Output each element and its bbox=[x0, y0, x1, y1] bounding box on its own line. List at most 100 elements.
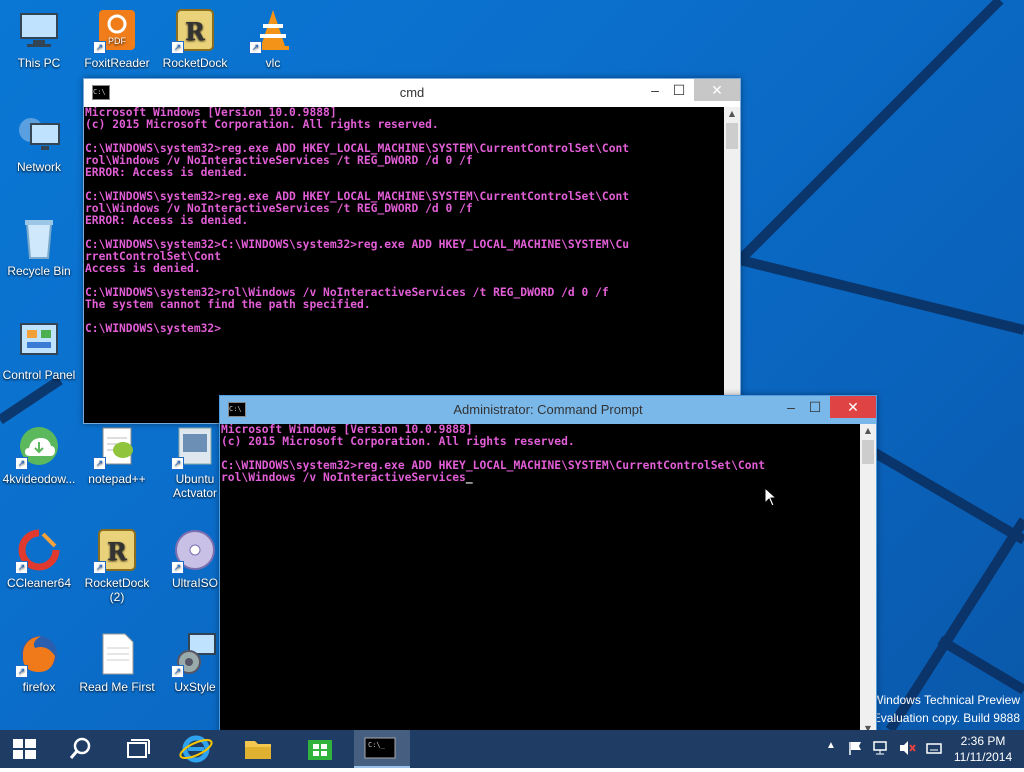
action-center-flag-icon[interactable] bbox=[848, 740, 864, 756]
watermark-line-2: Evaluation copy. Build 9888 bbox=[872, 711, 1020, 725]
desktop-icon-network[interactable]: Network bbox=[0, 112, 78, 174]
ultraiso-icon: ↗ bbox=[171, 528, 217, 574]
rocketdock-icon: R ↗ bbox=[171, 8, 217, 54]
file-explorer-button[interactable] bbox=[234, 730, 282, 768]
uxstyle-icon: ↗ bbox=[171, 632, 217, 678]
desktop-icon-foxitreader[interactable]: PDF ↗ FoxitReader bbox=[78, 8, 156, 70]
console-line: ERROR: Access is denied. bbox=[85, 214, 249, 227]
4kvideodownloader-icon: ↗ bbox=[15, 424, 61, 470]
scrollbar-thumb[interactable] bbox=[726, 123, 738, 149]
desktop-icon-label: This PC bbox=[17, 56, 61, 70]
scroll-up-arrow-icon[interactable]: ▲ bbox=[724, 107, 740, 121]
ubuntu-activator-icon: ↗ bbox=[171, 424, 217, 470]
vlc-icon: ↗ bbox=[249, 8, 295, 54]
desktop-icon-label: Recycle Bin bbox=[7, 264, 71, 278]
internet-explorer-button[interactable] bbox=[172, 730, 220, 768]
desktop-icon-firefox[interactable]: ↗ firefox bbox=[0, 632, 78, 694]
shortcut-arrow-icon: ↗ bbox=[249, 41, 262, 54]
shortcut-arrow-icon: ↗ bbox=[171, 457, 184, 470]
clock[interactable]: 2:36 PM 11/11/2014 bbox=[944, 730, 1022, 768]
desktop-icon-ccleaner[interactable]: ↗ CCleaner64 bbox=[0, 528, 78, 590]
system-tray: ▲ bbox=[822, 730, 942, 768]
taskbar: C:\_ ▲ 2:36 PM 11/11/2014 bbox=[0, 730, 1024, 768]
command-prompt-button[interactable]: C:\_ bbox=[354, 730, 410, 768]
desktop-icon-label: RocketDock bbox=[162, 56, 228, 70]
desktop-icon-label: UltraISO bbox=[171, 576, 218, 590]
task-view-icon bbox=[127, 739, 150, 758]
windows-logo-icon bbox=[13, 739, 36, 759]
desktop-icon-label: UxStyle bbox=[174, 680, 216, 694]
cmd-titlebar[interactable]: C:\ cmd – ☐ ✕ bbox=[84, 79, 740, 107]
show-hidden-icons-chevron-icon[interactable]: ▲ bbox=[826, 740, 836, 751]
desktop-icon-label: Control Panel bbox=[2, 368, 76, 382]
desktop-icon-rocketdock-2[interactable]: R ↗ RocketDock (2) bbox=[78, 528, 156, 604]
shortcut-arrow-icon: ↗ bbox=[15, 665, 28, 678]
keyboard-icon[interactable] bbox=[926, 740, 942, 756]
desktop-icon-recycle-bin[interactable]: Recycle Bin bbox=[0, 216, 78, 278]
desktop-icon-label: RocketDock (2) bbox=[84, 576, 150, 604]
shortcut-arrow-icon: ↗ bbox=[93, 457, 106, 470]
desktop-icon-vlc[interactable]: ↗ vlc bbox=[234, 8, 312, 70]
svg-text:R: R bbox=[185, 17, 206, 46]
clock-time: 2:36 PM bbox=[960, 734, 1006, 748]
shortcut-arrow-icon: ↗ bbox=[15, 457, 28, 470]
text-cursor: _ bbox=[465, 471, 473, 484]
desktop-icon-label: FoxitReader bbox=[84, 56, 150, 70]
desktop-icon-label: notepad++ bbox=[88, 472, 146, 486]
rocketdock-icon: R ↗ bbox=[93, 528, 139, 574]
scroll-up-arrow-icon[interactable]: ▲ bbox=[860, 424, 876, 438]
command-prompt-icon: C:\_ bbox=[364, 737, 396, 759]
store-icon bbox=[308, 740, 332, 760]
admin-cmd-titlebar[interactable]: C:\ Administrator: Command Prompt – ☐ ✕ bbox=[220, 396, 876, 424]
maximize-button[interactable]: ☐ bbox=[662, 79, 696, 101]
internet-explorer-icon bbox=[179, 735, 213, 763]
volume-muted-icon[interactable] bbox=[898, 740, 916, 756]
start-button[interactable] bbox=[0, 730, 48, 768]
maximize-button[interactable]: ☐ bbox=[798, 396, 832, 418]
shortcut-arrow-icon: ↗ bbox=[93, 41, 106, 54]
desktop-icon-label: firefox bbox=[22, 680, 56, 694]
desktop-icon-read-me-first[interactable]: Read Me First bbox=[78, 632, 156, 694]
desktop-icon-4kvideodownloader[interactable]: ↗ 4kvideodow... bbox=[0, 424, 78, 486]
svg-text:R: R bbox=[107, 537, 128, 566]
mouse-cursor-icon bbox=[764, 487, 778, 507]
admin-cmd-window[interactable]: C:\ Administrator: Command Prompt – ☐ ✕ … bbox=[219, 395, 877, 737]
task-view-button[interactable] bbox=[112, 730, 160, 768]
store-button[interactable] bbox=[296, 730, 344, 768]
shortcut-arrow-icon: ↗ bbox=[171, 41, 184, 54]
console-line: ERROR: Access is denied. bbox=[85, 166, 249, 179]
desktop-icon-label: 4kvideodow... bbox=[2, 472, 76, 486]
desktop-icon-label: vlc bbox=[265, 56, 281, 70]
desktop-icon-rocketdock[interactable]: R ↗ RocketDock bbox=[156, 8, 234, 70]
shortcut-arrow-icon: ↗ bbox=[171, 561, 184, 574]
desktop-icon-this-pc[interactable]: This PC bbox=[0, 8, 78, 70]
control-panel-icon bbox=[17, 320, 61, 364]
document-icon bbox=[95, 632, 139, 676]
desktop-icon-notepad-plus-plus[interactable]: ↗ notepad++ bbox=[78, 424, 156, 486]
evaluation-watermark: Windows Technical Preview Evaluation cop… bbox=[872, 693, 1020, 725]
desktop-icon-control-panel[interactable]: Control Panel bbox=[0, 320, 78, 382]
console-line: Access is denied. bbox=[85, 262, 201, 275]
cmd-vertical-scrollbar[interactable]: ▲ bbox=[724, 107, 740, 423]
shortcut-arrow-icon: ↗ bbox=[171, 665, 184, 678]
desktop-icon-label: Network bbox=[16, 160, 61, 174]
firefox-icon: ↗ bbox=[15, 632, 61, 678]
svg-text:C:\_: C:\_ bbox=[368, 741, 386, 749]
desktop-icon-label: CCleaner64 bbox=[6, 576, 72, 590]
scrollbar-thumb[interactable] bbox=[862, 440, 874, 464]
close-button[interactable]: ✕ bbox=[694, 79, 740, 101]
recycle-bin-icon bbox=[17, 216, 61, 260]
console-line: C:\WINDOWS\system32> bbox=[85, 322, 222, 335]
console-line-text: rol\Windows /v NoInteractiveServices bbox=[221, 471, 466, 484]
console-line: rol\Windows /v NoInteractiveServices_ bbox=[221, 472, 861, 484]
close-button[interactable]: ✕ bbox=[830, 396, 876, 418]
network-tray-icon[interactable] bbox=[872, 740, 888, 756]
admin-console-output[interactable]: Microsoft Windows [Version 10.0.9888] (c)… bbox=[220, 424, 861, 736]
shortcut-arrow-icon: ↗ bbox=[93, 561, 106, 574]
cmd-console-output[interactable]: Microsoft Windows [Version 10.0.9888] (c)… bbox=[84, 107, 725, 423]
search-button[interactable] bbox=[56, 730, 104, 768]
admin-vertical-scrollbar[interactable]: ▲ ▼ bbox=[860, 424, 876, 736]
shortcut-arrow-icon: ↗ bbox=[15, 561, 28, 574]
cmd-window[interactable]: C:\ cmd – ☐ ✕ Microsoft Windows [Version… bbox=[83, 78, 741, 424]
console-line: (c) 2015 Microsoft Corporation. All righ… bbox=[85, 118, 439, 131]
